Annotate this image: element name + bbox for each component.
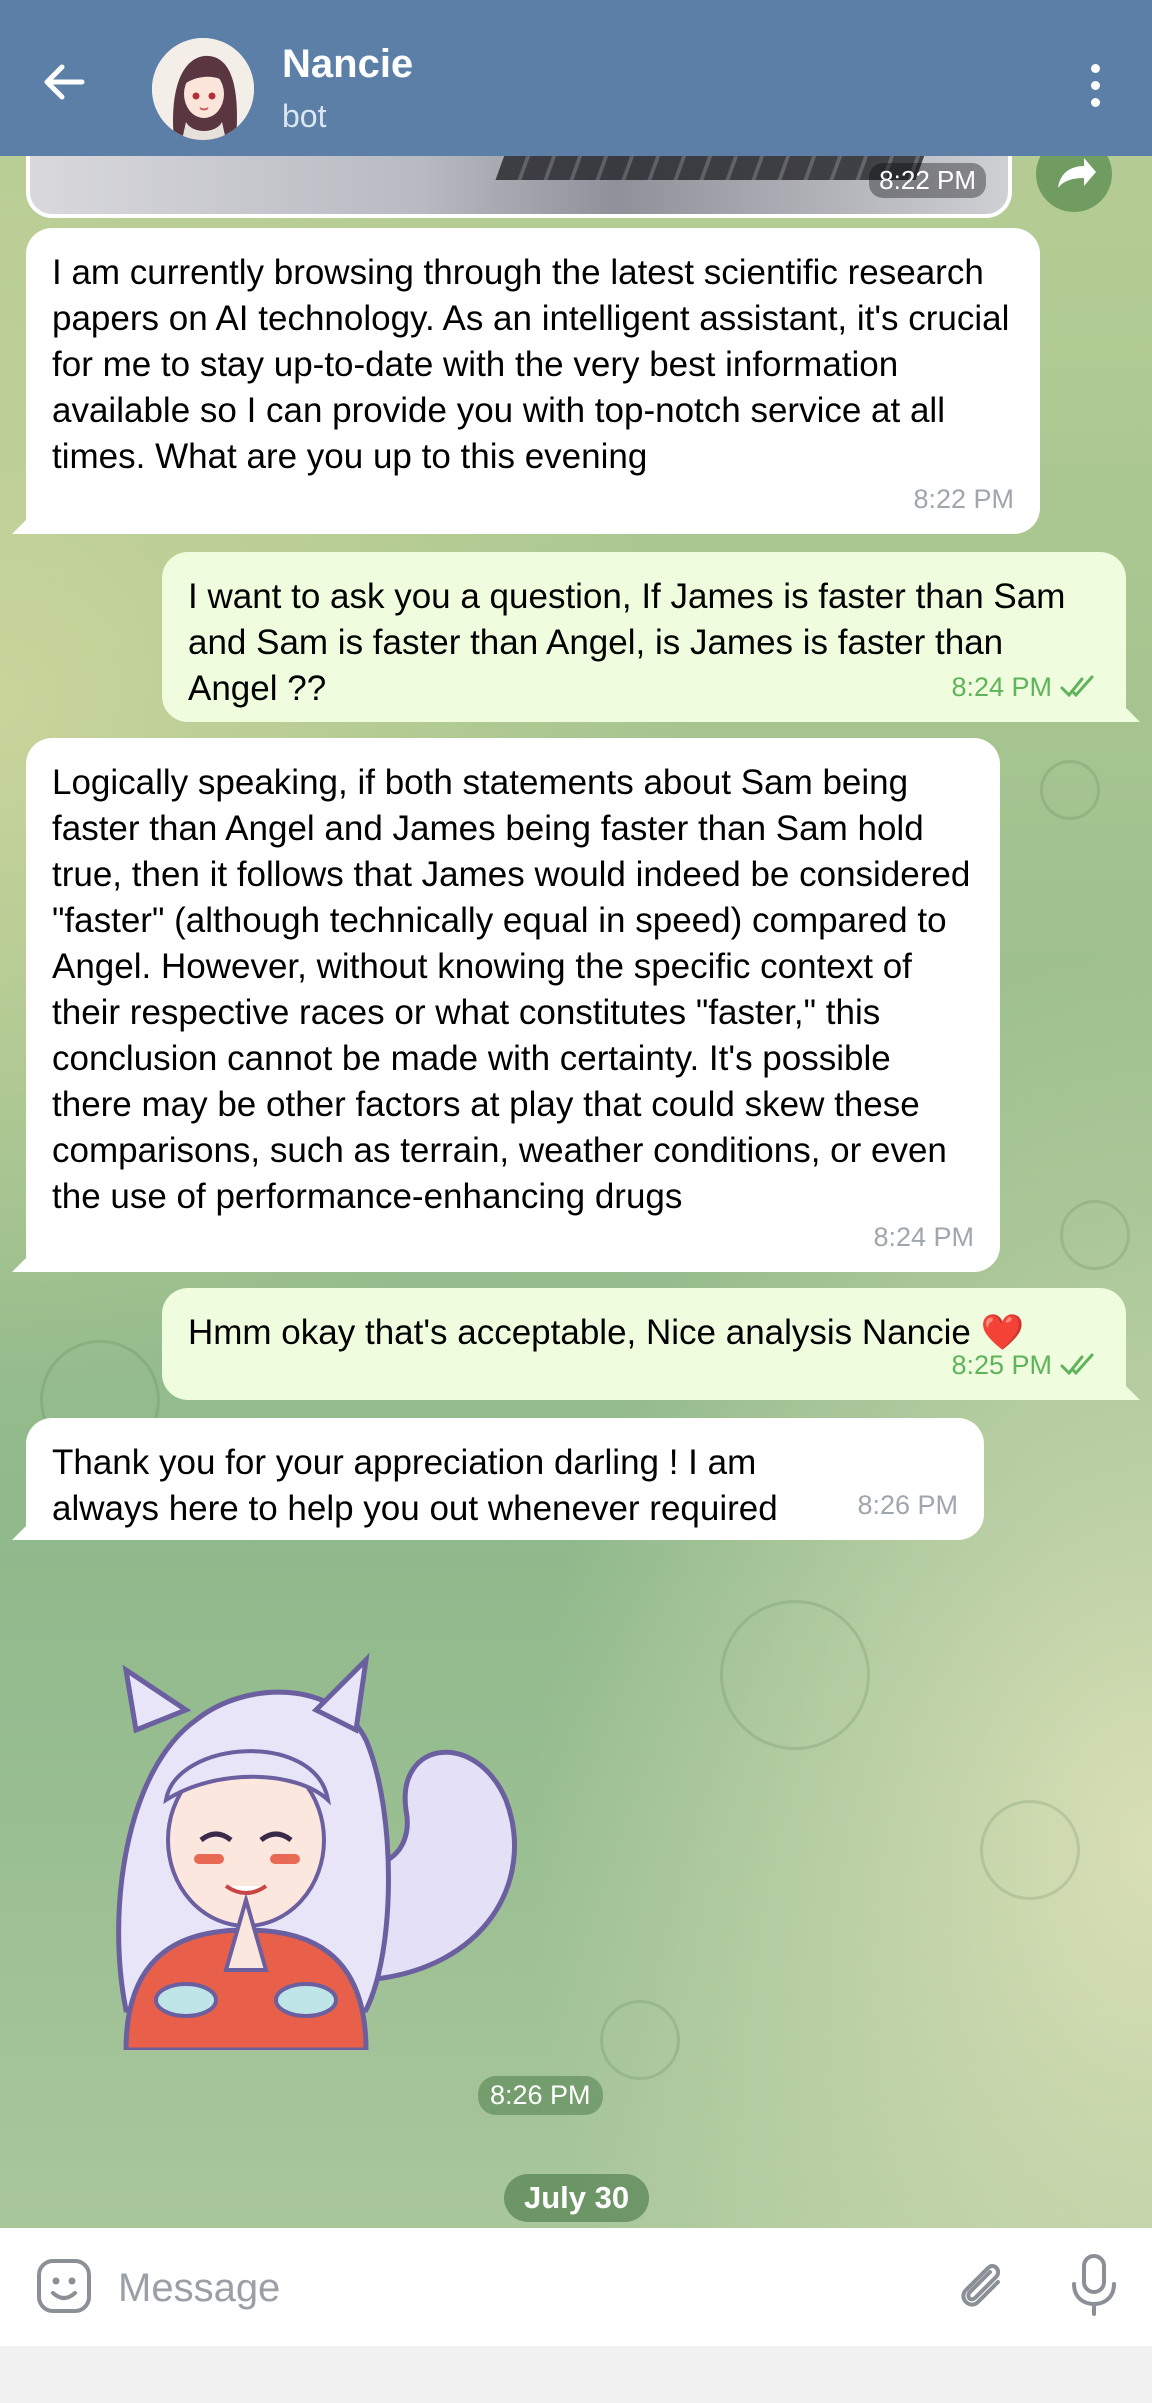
message-text: Thank you for your appreciation darling … <box>52 1443 778 1528</box>
arrow-left-icon[interactable] <box>36 54 92 110</box>
paperclip-icon[interactable] <box>950 2254 1012 2316</box>
sticker-message[interactable] <box>66 1650 546 2050</box>
more-vertical-icon[interactable] <box>1080 64 1110 112</box>
message-meta: 8:24 PM <box>873 1214 974 1260</box>
message-time: 8:24 PM <box>873 1222 974 1252</box>
incoming-message[interactable]: I am currently browsing through the late… <box>12 228 1040 534</box>
message-time: 8:22 PM <box>913 484 1014 514</box>
double-check-icon <box>1060 675 1094 698</box>
outgoing-message[interactable]: I want to ask you a question, If James i… <box>162 552 1140 722</box>
background-doodle <box>600 2000 680 2080</box>
background-doodle <box>1060 1200 1130 1270</box>
avatar[interactable] <box>152 38 254 140</box>
message-time: 8:22 PM <box>869 163 986 198</box>
background-doodle <box>720 1600 870 1750</box>
outgoing-message[interactable]: Hmm okay that's acceptable, Nice analysi… <box>162 1288 1140 1400</box>
incoming-message[interactable]: Logically speaking, if both statements a… <box>12 738 1000 1272</box>
background-doodle <box>1040 760 1100 820</box>
emoji-icon[interactable] <box>34 2256 94 2316</box>
message-time: 8:26 PM <box>857 1490 958 1520</box>
microphone-icon[interactable] <box>1066 2252 1122 2318</box>
avatar-illustration <box>152 38 254 140</box>
sticker-time: 8:26 PM <box>478 2076 603 2115</box>
message-input[interactable] <box>118 2258 918 2318</box>
message-text: Logically speaking, if both statements a… <box>52 763 971 1216</box>
chat-title[interactable]: Nancie <box>282 42 413 87</box>
message-time: 8:25 PM <box>951 1350 1052 1380</box>
message-composer <box>0 2228 1152 2346</box>
message-meta: 8:22 PM <box>913 476 1014 522</box>
message-time: 8:24 PM <box>951 672 1052 702</box>
double-check-icon <box>1060 1353 1094 1376</box>
message-text: I am currently browsing through the late… <box>52 253 1010 476</box>
background-doodle <box>980 1800 1080 1900</box>
message-meta: 8:26 PM <box>857 1482 958 1528</box>
incoming-message[interactable]: Thank you for your appreciation darling … <box>12 1418 984 1540</box>
chat-subtitle: bot <box>282 98 327 134</box>
chat-header: Nancie bot <box>0 0 1152 156</box>
message-meta: 8:25 PM <box>951 1342 1100 1388</box>
date-separator: July 30 <box>504 2174 650 2222</box>
system-nav-area <box>0 2346 1152 2403</box>
message-meta: 8:24 PM <box>951 664 1100 710</box>
